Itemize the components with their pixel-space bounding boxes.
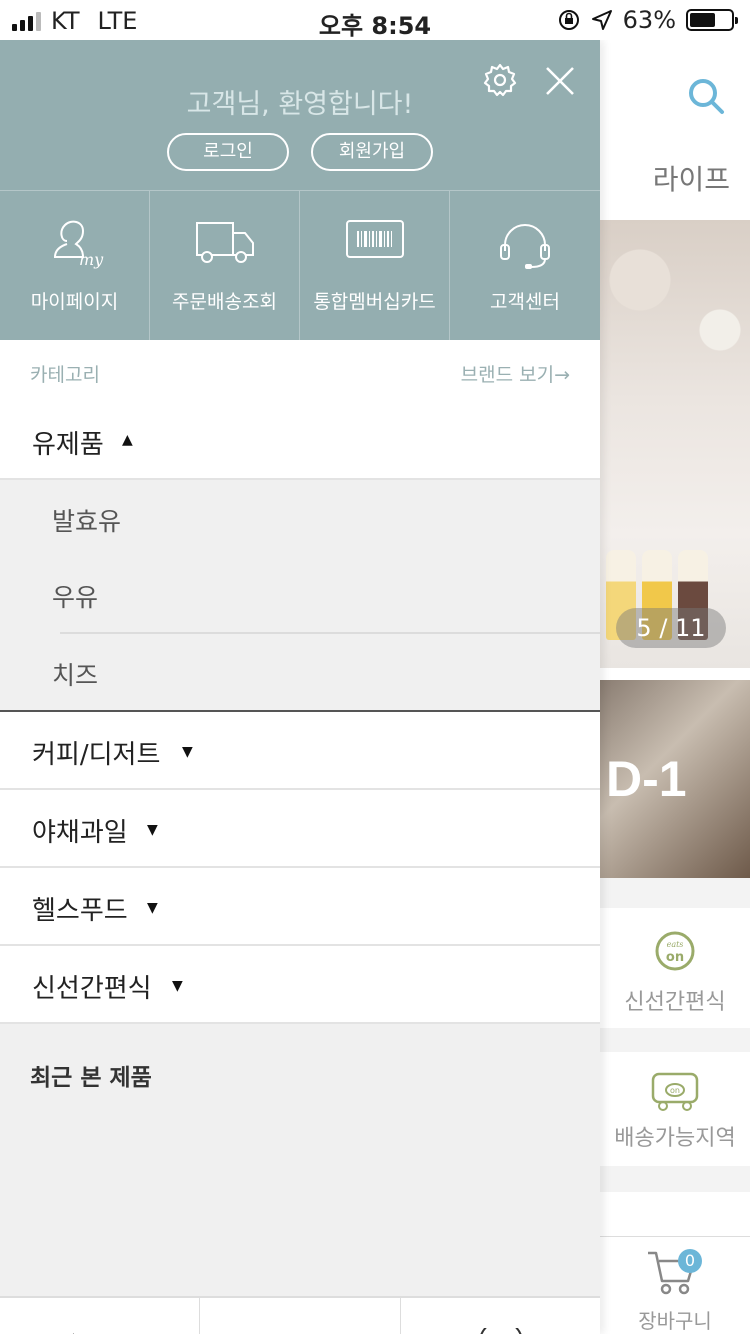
quick-link-mypage-label: 마이페이지 bbox=[30, 291, 119, 313]
tile-fresh-meal-label: 신선간편식 bbox=[624, 990, 726, 1015]
background-page: 라이프 5 / 11 D-1 eats on 신선간편식 on 배송가능지역 0 … bbox=[600, 40, 750, 1334]
category-health-food[interactable]: 헬스푸드 ▼ bbox=[0, 868, 600, 946]
background-header-title[interactable]: 라이프 bbox=[600, 158, 750, 198]
quick-link-order-tracking-label: 주문배송조회 bbox=[172, 291, 277, 313]
quick-link-customer-center-label: 고객센터 bbox=[490, 291, 560, 313]
location-icon bbox=[591, 10, 612, 30]
mypage-icon: my bbox=[53, 220, 104, 269]
quick-link-membership-card-label: 통합멤버십카드 bbox=[313, 291, 436, 313]
subcategory-item[interactable]: 우유 bbox=[0, 556, 600, 634]
category-coffee-dessert[interactable]: 커피/디저트 ▼ bbox=[0, 712, 600, 790]
svg-text:eats: eats bbox=[667, 940, 684, 949]
eats-on-logo-icon: eatson bbox=[655, 931, 695, 971]
category-label: 헬스푸드 bbox=[32, 896, 128, 926]
drawer-footer-tabs bbox=[0, 1296, 600, 1334]
brand-view-link[interactable]: 브랜드 보기→ bbox=[461, 360, 570, 387]
subcategory-item[interactable]: 발효유 bbox=[0, 480, 600, 558]
collapse-arrow-icon: ▲ bbox=[122, 432, 133, 448]
svg-text:on: on bbox=[666, 950, 684, 965]
signup-button[interactable]: 회원가입 bbox=[311, 133, 433, 171]
subcategory-label: 발효유 bbox=[52, 507, 122, 536]
quick-link-order-tracking[interactable]: 주문배송조회 bbox=[150, 191, 300, 341]
footer-tab-2[interactable] bbox=[200, 1298, 401, 1334]
expand-arrow-icon: ▼ bbox=[172, 978, 183, 994]
svg-text:my: my bbox=[79, 250, 104, 269]
tile-delivery-area[interactable]: on 배송가능지역 bbox=[600, 1068, 750, 1152]
quick-link-membership-card[interactable]: 통합멤버십카드 bbox=[300, 191, 450, 341]
category-dairy[interactable]: 유제품 ▲ bbox=[0, 402, 600, 480]
battery-percent: 63% bbox=[622, 6, 676, 34]
countdown-text: D-1 bbox=[606, 751, 687, 807]
category-title: 카테고리 bbox=[30, 364, 100, 386]
barcode-card-icon bbox=[345, 220, 404, 258]
banner-page-counter: 5 / 11 bbox=[616, 608, 726, 648]
footer-tab-1-icon bbox=[72, 1333, 74, 1334]
drawer-header: 고객님, 환영합니다! 로그인 회원가입 my 마이페이지 주문배송조회 통합멤… bbox=[0, 40, 600, 341]
category-label: 야채과일 bbox=[32, 818, 128, 848]
footer-tab-3[interactable] bbox=[401, 1298, 600, 1334]
welcome-message: 고객님, 환영합니다! bbox=[186, 89, 414, 120]
subcategory-item[interactable]: 치즈 bbox=[0, 634, 600, 712]
quick-links: my 마이페이지 주문배송조회 통합멤버십카드 고객센터 bbox=[0, 190, 600, 341]
cart-button[interactable]: 0 장바구니 bbox=[600, 1236, 750, 1334]
category-fresh-meal[interactable]: 신선간편식 ▼ bbox=[0, 946, 600, 1024]
quick-link-mypage[interactable]: my 마이페이지 bbox=[0, 191, 150, 341]
footer-tab-1[interactable] bbox=[0, 1298, 201, 1334]
category-label: 신선간편식 bbox=[32, 974, 152, 1004]
svg-text:on: on bbox=[670, 1086, 680, 1095]
promo-banner-2[interactable]: D-1 bbox=[600, 680, 750, 878]
login-button[interactable]: 로그인 bbox=[167, 133, 289, 171]
category-label: 유제품 bbox=[32, 430, 104, 460]
battery-icon bbox=[686, 9, 738, 31]
cart-count-badge: 0 bbox=[678, 1249, 702, 1273]
subcategory-label: 우유 bbox=[52, 583, 99, 612]
footer-tab-3-icon bbox=[480, 1328, 522, 1334]
expand-arrow-icon: ▼ bbox=[147, 900, 158, 916]
orientation-lock-icon bbox=[558, 10, 579, 30]
quick-link-customer-center[interactable]: 고객센터 bbox=[450, 191, 600, 341]
category-vegetables-fruits[interactable]: 야채과일 ▼ bbox=[0, 790, 600, 868]
side-drawer: 고객님, 환영합니다! 로그인 회원가입 my 마이페이지 주문배송조회 통합멤… bbox=[0, 40, 600, 1334]
tile-delivery-area-label: 배송가능지역 bbox=[614, 1126, 736, 1151]
expand-arrow-icon: ▼ bbox=[182, 744, 193, 760]
category-label: 커피/디저트 bbox=[32, 740, 161, 770]
status-bar: KT LTE 오후 8:54 63% bbox=[0, 0, 750, 40]
cart-label: 장바구니 bbox=[638, 1309, 712, 1333]
subcategory-label: 치즈 bbox=[52, 661, 99, 690]
search-icon[interactable] bbox=[686, 76, 726, 116]
delivery-truck-icon: on bbox=[651, 1072, 699, 1111]
category-header: 카테고리 브랜드 보기→ bbox=[0, 340, 600, 402]
truck-icon bbox=[195, 222, 254, 263]
expand-arrow-icon: ▼ bbox=[147, 822, 158, 838]
headset-icon bbox=[500, 224, 550, 269]
promo-banner[interactable]: 5 / 11 bbox=[600, 220, 750, 668]
tile-fresh-meal[interactable]: eats on 신선간편식 bbox=[600, 928, 750, 1016]
recently-viewed-title: 최근 본 제품 bbox=[30, 1065, 152, 1091]
